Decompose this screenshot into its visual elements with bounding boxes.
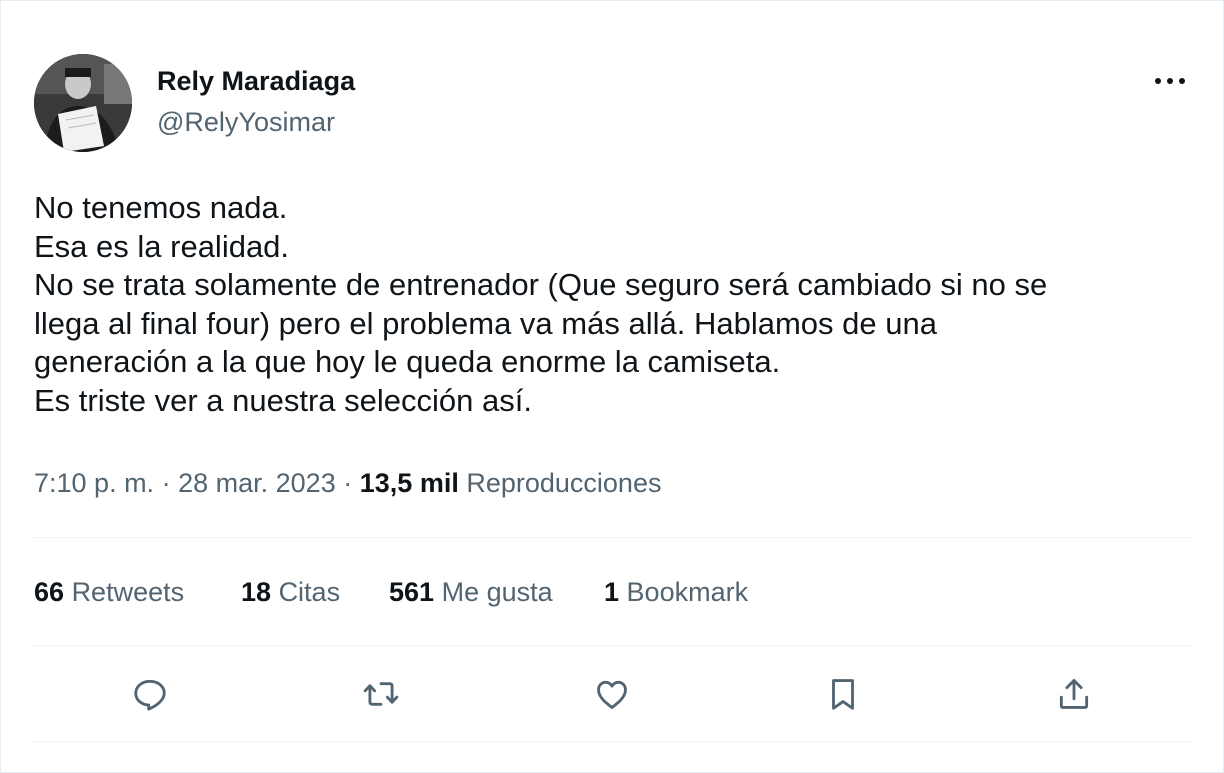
likes-stat[interactable]: 561 Me gusta <box>389 575 553 609</box>
tweet-text-line: Esa es la realidad. <box>34 228 290 264</box>
retweets-label: Retweets <box>71 577 185 607</box>
divider <box>34 645 1190 646</box>
tweet-date[interactable]: 28 mar. 2023 <box>178 468 336 498</box>
quotes-stat[interactable]: 18 Citas <box>241 575 340 609</box>
heart-icon <box>597 680 627 709</box>
retweets-count: 66 <box>34 577 65 607</box>
avatar-photo <box>34 54 132 152</box>
quotes-count: 18 <box>241 577 272 607</box>
bookmarks-count: 1 <box>604 577 620 607</box>
reply-button[interactable] <box>124 668 176 720</box>
avatar[interactable] <box>34 54 132 152</box>
reply-icon <box>134 679 166 711</box>
retweet-button[interactable] <box>355 668 407 720</box>
views-count: 13,5 mil <box>359 468 459 498</box>
tweet-text-line: Es triste ver a nuestra selección así. <box>34 382 532 418</box>
quotes-label: Citas <box>278 577 341 607</box>
meta-separator: · <box>161 468 171 498</box>
tweet-text: No tenemos nada. Esa es la realidad. No … <box>34 189 1204 420</box>
views-label: Reproducciones <box>466 468 662 498</box>
divider <box>34 537 1190 538</box>
author-name[interactable]: Rely Maradiaga <box>157 64 355 98</box>
tweet-meta: 7:10 p. m. · 28 mar. 2023 · 13,5 mil Rep… <box>34 466 661 500</box>
likes-count: 561 <box>389 577 435 607</box>
tweet-text-line: llega al final four) pero el problema va… <box>34 305 937 341</box>
bookmark-button[interactable] <box>817 668 869 720</box>
like-button[interactable] <box>586 668 638 720</box>
more-options-icon <box>1155 78 1185 84</box>
more-options-button[interactable] <box>1150 64 1190 98</box>
bookmark-icon <box>832 679 854 710</box>
tweet-text-line: No se trata solamente de entrenador (Que… <box>34 267 1048 302</box>
meta-separator: · <box>343 468 353 498</box>
author-handle[interactable]: @RelyYosimar <box>157 105 335 139</box>
share-button[interactable] <box>1048 668 1100 720</box>
bookmarks-label: Bookmark <box>626 577 749 607</box>
divider <box>34 741 1190 742</box>
tweet-text-line: No tenemos nada. <box>34 190 288 225</box>
tweet-actions <box>0 668 1224 720</box>
share-icon <box>1059 679 1089 709</box>
retweets-stat[interactable]: 66 Retweets <box>34 575 184 609</box>
retweet-icon <box>363 682 399 706</box>
likes-label: Me gusta <box>441 577 553 607</box>
tweet-text-line: generación a la que hoy le queda enorme … <box>34 344 781 379</box>
tweet-time[interactable]: 7:10 p. m. <box>34 468 154 498</box>
bookmarks-stat[interactable]: 1 Bookmark <box>604 575 748 609</box>
